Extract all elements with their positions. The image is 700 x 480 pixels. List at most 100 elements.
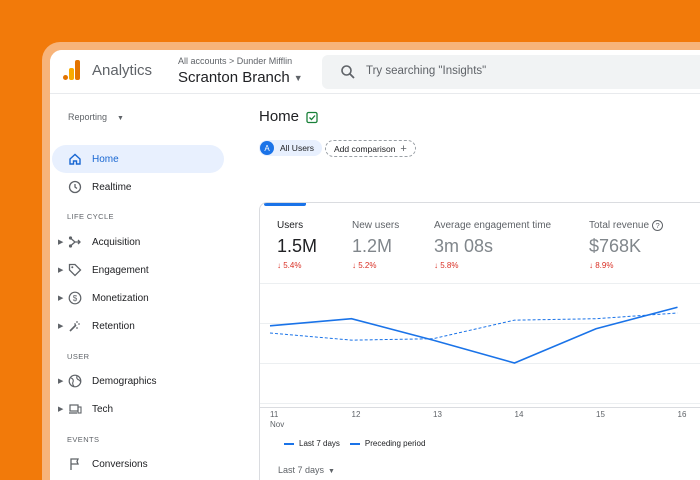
- browser-window: Analytics All accounts > Dunder Mifflin …: [42, 42, 700, 480]
- metric-value: $768K: [589, 236, 642, 256]
- metric-label: Users: [277, 220, 304, 231]
- expand-arrow-icon[interactable]: ▶: [58, 266, 63, 274]
- legend-series-2: Preceding period: [364, 439, 426, 448]
- plus-icon: +: [400, 142, 407, 155]
- app-title: Analytics: [92, 62, 153, 79]
- metric-label-row: Total revenue?: [589, 220, 664, 231]
- metric-label: New users: [352, 220, 400, 231]
- svg-text:$: $: [73, 294, 78, 303]
- x-tick-label: 14: [515, 410, 524, 419]
- retention-icon: [69, 321, 80, 332]
- expand-arrow-icon[interactable]: ▶: [58, 238, 63, 246]
- x-tick-label: 13: [433, 410, 442, 419]
- analytics-logo-icon[interactable]: [63, 60, 81, 80]
- page-title: Home: [259, 108, 300, 125]
- section-events: EVENTS: [67, 435, 100, 444]
- globe-icon: [68, 374, 82, 388]
- sidebar-item-conversions[interactable]: Conversions: [52, 450, 224, 478]
- metric-new-users[interactable]: New users 1.2M ↓ 5.2%: [352, 220, 399, 270]
- expand-arrow-icon[interactable]: ▶: [58, 405, 63, 413]
- home-icon: [69, 153, 81, 165]
- metric-label: Average engagement time: [434, 220, 552, 231]
- dollar-icon: $: [68, 291, 82, 305]
- overview-card: Users 1.5M ↓ 5.4% New users 1.2M ↓ 5.2% …: [259, 202, 700, 480]
- metric-value: 3m 08s: [434, 236, 494, 256]
- sidebar-item-label: Retention: [92, 320, 135, 332]
- devices-icon: [69, 404, 82, 414]
- verified-check-icon[interactable]: [306, 111, 319, 124]
- line-chart[interactable]: 11 12 13 14 15 16 Nov: [260, 283, 700, 433]
- metric-delta: ↓ 5.4%: [277, 261, 317, 270]
- search-icon: [341, 65, 355, 79]
- metric-users[interactable]: Users 1.5M ↓ 5.4%: [277, 220, 317, 270]
- x-tick-sublabel: Nov: [270, 420, 284, 429]
- metric-value: 1.5M: [277, 236, 318, 256]
- main-content: Home A All Users Add comparison + Users 1…: [245, 94, 700, 480]
- legend-dashed-line-icon: [349, 442, 360, 445]
- sidebar-item-demographics[interactable]: ▶ Demographics: [52, 367, 224, 395]
- analytics-app: Analytics All accounts > Dunder Mifflin …: [50, 50, 700, 480]
- sidebar-item-label: Home: [92, 153, 119, 165]
- metric-delta-value: 5.2%: [358, 261, 377, 270]
- metric-delta: ↓ 8.9%: [589, 261, 663, 270]
- sidebar-item-realtime[interactable]: Realtime: [52, 173, 224, 201]
- clock-icon: [68, 180, 82, 194]
- series-line-last-7-days[interactable]: [269, 306, 678, 364]
- sidebar-item-label: Demographics: [92, 375, 157, 387]
- sidebar: Reporting ▼ Home Realtime LIFE CYCLE ▶ A…: [50, 94, 245, 480]
- flag-icon: [70, 458, 79, 470]
- caret-down-icon: ▼: [328, 468, 335, 475]
- sidebar-item-tech[interactable]: ▶ Tech: [52, 395, 224, 423]
- section-user: USER: [67, 352, 90, 361]
- reporting-dropdown[interactable]: Reporting ▼: [68, 112, 124, 122]
- expand-arrow-icon[interactable]: ▶: [58, 322, 63, 330]
- expand-arrow-icon[interactable]: ▶: [58, 294, 63, 302]
- sidebar-item-label: Realtime: [92, 181, 132, 193]
- x-tick-label: 11: [270, 410, 279, 419]
- date-range-selector[interactable]: Last 7 days ▼: [278, 465, 335, 475]
- acquisition-icon: [68, 236, 81, 248]
- add-comparison-button[interactable]: Add comparison +: [325, 140, 416, 157]
- sidebar-item-engagement[interactable]: ▶ Engagement: [52, 256, 224, 284]
- metric-delta-value: 5.8%: [440, 261, 459, 270]
- metric-delta: ↓ 5.8%: [434, 261, 551, 270]
- help-icon[interactable]: ?: [652, 220, 664, 231]
- tag-icon: [68, 263, 82, 277]
- date-range-label: Last 7 days: [278, 465, 325, 475]
- sidebar-item-label: Conversions: [92, 458, 148, 470]
- segment-label: All Users: [280, 143, 315, 153]
- metric-value: 1.2M: [352, 236, 393, 256]
- section-life-cycle: LIFE CYCLE: [67, 212, 114, 221]
- sidebar-item-label: Monetization: [92, 292, 149, 304]
- sidebar-item-acquisition[interactable]: ▶ Acquisition: [52, 228, 224, 256]
- chart-legend: Last 7 days Preceding period: [284, 439, 425, 448]
- sidebar-item-label: Tech: [92, 403, 114, 415]
- metric-total-revenue[interactable]: Total revenue? $768K ↓ 8.9%: [589, 220, 664, 270]
- segment-avatar: A: [260, 141, 274, 155]
- property-name: Scranton Branch: [178, 69, 290, 86]
- metric-avg-engagement[interactable]: Average engagement time 3m 08s ↓ 5.8%: [434, 220, 551, 270]
- property-selector[interactable]: Scranton Branch ▼: [178, 69, 303, 86]
- metric-delta-value: 5.4%: [283, 261, 302, 270]
- add-comparison-label: Add comparison: [334, 143, 396, 154]
- sidebar-item-retention[interactable]: ▶ Retention: [52, 312, 224, 340]
- caret-down-icon: ▼: [293, 73, 303, 84]
- search-input[interactable]: Try searching "Insights": [366, 65, 486, 77]
- metric-delta: ↓ 5.2%: [352, 261, 399, 270]
- metric-label: Total revenue: [589, 220, 650, 231]
- reporting-label: Reporting: [68, 112, 108, 122]
- x-tick-label: 16: [678, 410, 687, 419]
- account-breadcrumb: All accounts > Dunder Mifflin: [178, 56, 293, 66]
- expand-arrow-icon[interactable]: ▶: [58, 377, 63, 385]
- x-tick-label: 15: [596, 410, 605, 419]
- legend-solid-line-icon: [284, 442, 294, 445]
- metric-delta-value: 8.9%: [595, 261, 614, 270]
- account-picker[interactable]: All accounts > Dunder Mifflin Scranton B…: [178, 56, 303, 86]
- caret-down-icon: ▼: [117, 115, 124, 122]
- sidebar-item-monetization[interactable]: ▶ $ Monetization: [52, 284, 224, 312]
- sidebar-item-home[interactable]: Home: [52, 145, 224, 173]
- segment-chip-all-users[interactable]: A All Users: [259, 140, 323, 156]
- series-line-preceding-period[interactable]: [269, 312, 678, 341]
- search-bar[interactable]: Try searching "Insights": [322, 55, 700, 89]
- sidebar-item-label: Engagement: [92, 264, 149, 276]
